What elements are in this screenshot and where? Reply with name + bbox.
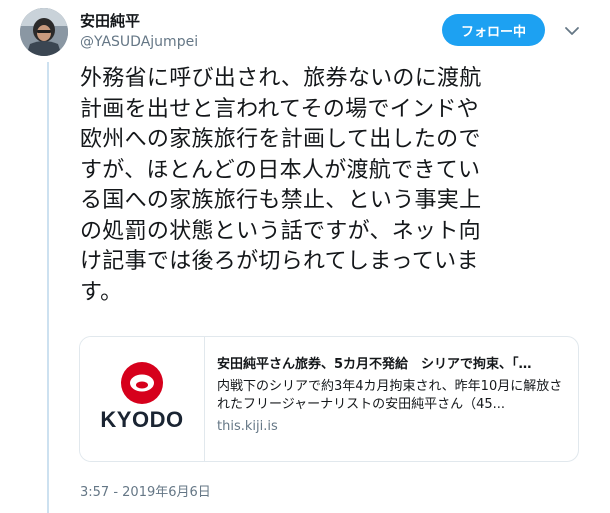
author-handle[interactable]: @YASUDAjumpei — [80, 34, 198, 50]
following-button[interactable]: フォロー中 — [442, 14, 545, 46]
card-title: 安田純平さん旅券、5カ月不発給 シリアで拘束、「… — [217, 357, 532, 372]
thread-connector-line — [47, 62, 49, 513]
chevron-down-icon[interactable] — [563, 22, 581, 40]
link-preview-card[interactable]: KYODO 安田純平さん旅券、5カ月不発給 シリアで拘束、「… 内戦下のシリアで… — [79, 336, 579, 462]
card-description: 内戦下のシリアで約3年4カ月拘束され、昨年10月に解放されたフリージャーナリスト… — [217, 379, 563, 412]
tweet-text: 外務省に呼び出され、旅券ないのに渡航 計画を出せと言われてその場でインドや 欧州… — [80, 66, 482, 305]
tweet-timestamp[interactable]: 3:57 - 2019年6月6日 — [80, 481, 211, 500]
kyodo-logo-text: KYODO — [100, 407, 184, 432]
kyodo-logo — [121, 362, 163, 404]
card-thumbnail: KYODO — [80, 337, 205, 461]
tweet-detail: 安田純平 @YASUDAjumpei フォロー中 外務省に呼び出され、旅券ないの… — [0, 0, 610, 513]
card-body: 安田純平さん旅券、5カ月不発給 シリアで拘束、「… 内戦下のシリアで約3年4カ月… — [205, 337, 578, 461]
author-display-name[interactable]: 安田純平 — [80, 10, 140, 31]
card-domain: this.kiji.is — [217, 419, 278, 434]
avatar-photo — [20, 8, 68, 56]
user-avatar[interactable] — [20, 8, 68, 56]
